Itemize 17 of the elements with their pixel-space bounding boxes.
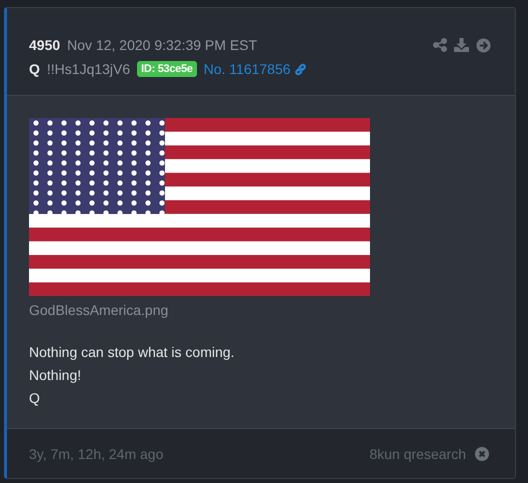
- arrow-right-icon[interactable]: [476, 38, 491, 52]
- image-filename[interactable]: GodBlessAmerica.png: [29, 302, 493, 318]
- timestamp: Nov 12, 2020 9:32:39 PM EST: [67, 37, 258, 53]
- tripcode: !!Hs1Jq13jV6: [46, 61, 130, 77]
- message-line: Q: [29, 390, 41, 406]
- link-icon: [294, 62, 307, 76]
- message-line: Nothing can stop what is coming.: [29, 344, 236, 360]
- download-icon[interactable]: [454, 38, 469, 52]
- post-age: 3y, 7m, 12h, 24m ago: [29, 446, 164, 462]
- post-number: 4950: [29, 37, 60, 53]
- message-line: Nothing!: [29, 367, 82, 383]
- share-icon[interactable]: [433, 38, 447, 52]
- id-badge: ID: 53ce5e: [137, 61, 197, 77]
- close-icon[interactable]: [475, 446, 489, 460]
- post-link[interactable]: No. 11617856: [204, 61, 307, 77]
- board-name: 8kun qresearch: [369, 446, 466, 462]
- author-name: Q: [29, 61, 40, 77]
